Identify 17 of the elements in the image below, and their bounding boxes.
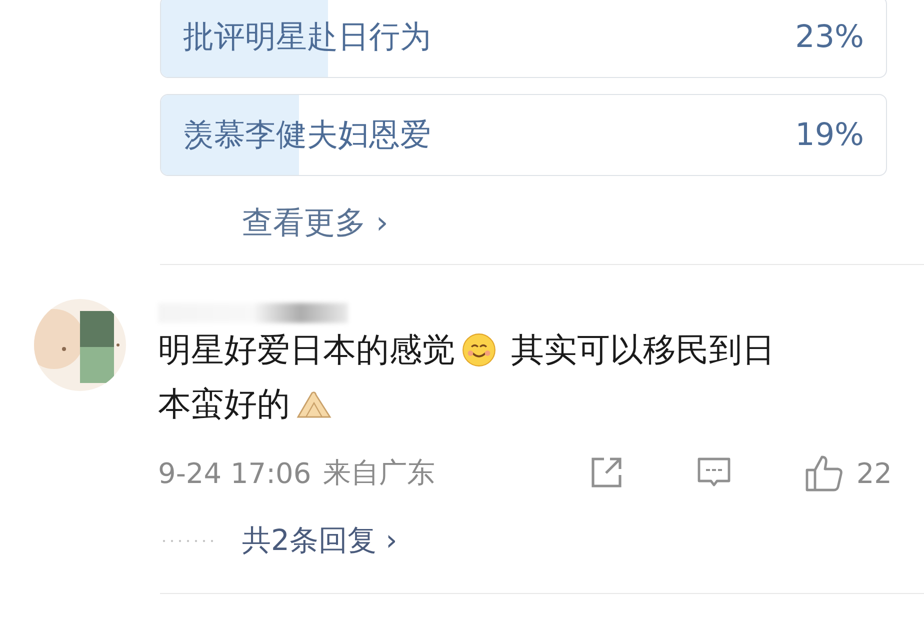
dotted-line-icon (162, 539, 214, 543)
comment-text: 本蛮好的 (158, 382, 290, 424)
poll-option[interactable]: 批评明星赴日行为 23% (160, 0, 887, 78)
comment-text: 其实可以移民到日 (511, 328, 775, 370)
smiley-icon (461, 333, 497, 367)
comment-text: 明星好爱日本的感觉 (158, 328, 455, 370)
option-percent: 23% (795, 19, 864, 55)
poll-option[interactable]: 羡慕李健夫妇恩爱 19% (160, 94, 887, 176)
option-label: 羡慕李健夫妇恩爱 (183, 116, 431, 155)
comment-location: 来自广东 (323, 455, 436, 491)
option-percent: 19% (795, 117, 864, 153)
option-label: 批评明星赴日行为 (183, 18, 431, 57)
replies-link[interactable]: 共2条回复 › (242, 521, 398, 561)
comment-time: 9-24 17:06 (158, 456, 312, 490)
like-count: 22 (856, 456, 892, 490)
thumbs-up-icon[interactable] (804, 453, 844, 493)
view-more-link[interactable]: 查看更多 › (242, 202, 388, 244)
